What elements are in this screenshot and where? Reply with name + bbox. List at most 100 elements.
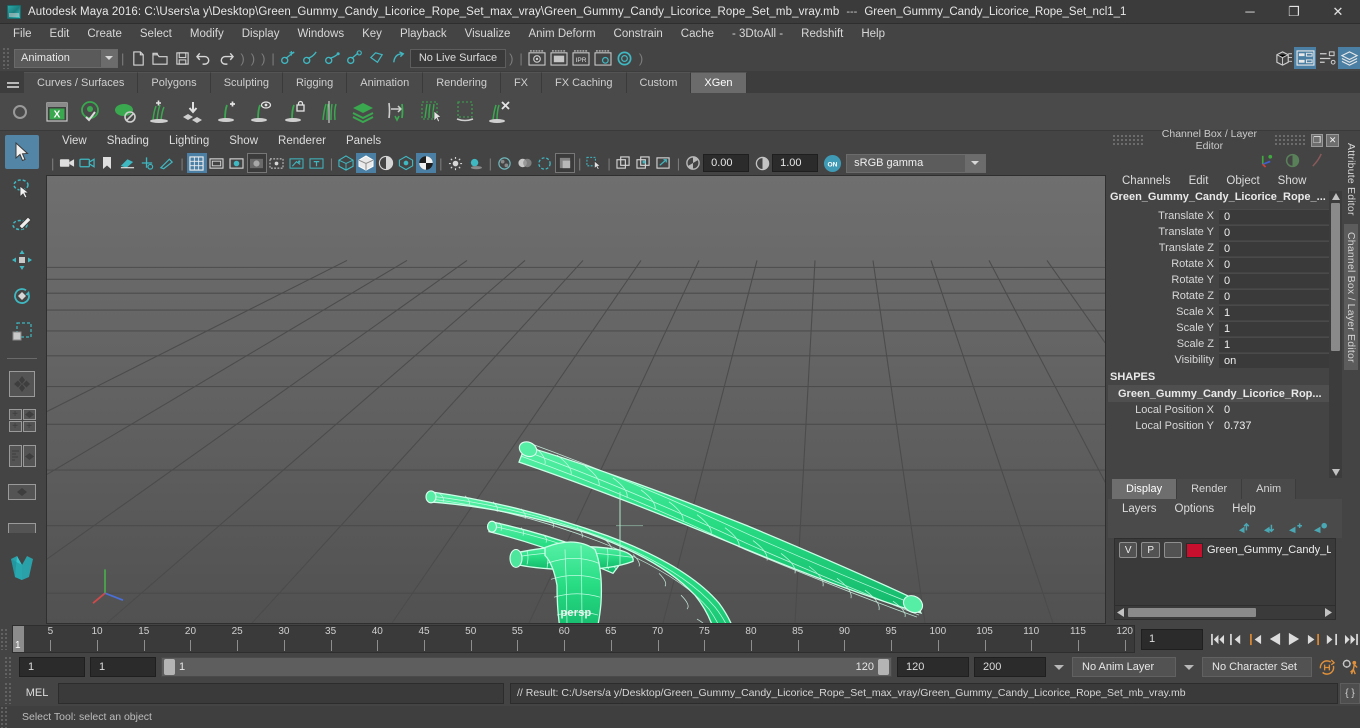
camera-attributes-icon[interactable] bbox=[77, 153, 97, 173]
shade-with-wireframe-icon[interactable] bbox=[376, 153, 396, 173]
channel-value[interactable]: 0 bbox=[1219, 208, 1329, 224]
use-default-material-icon[interactable] bbox=[396, 153, 416, 173]
viewport-menu-renderer[interactable]: Renderer bbox=[268, 135, 336, 147]
range-slider-grip[interactable] bbox=[4, 656, 13, 678]
script-editor-icon[interactable]: { } bbox=[1340, 682, 1360, 704]
step-back-frame-icon[interactable] bbox=[1246, 628, 1265, 650]
layer-color-swatch[interactable] bbox=[1186, 542, 1203, 558]
move-tool[interactable] bbox=[5, 243, 39, 277]
gate-mask-icon[interactable] bbox=[246, 153, 267, 173]
panel-drag-handle[interactable] bbox=[1112, 134, 1145, 146]
range-end-handle[interactable] bbox=[878, 659, 889, 675]
select-tool[interactable] bbox=[5, 135, 39, 169]
channel-row-local-position-y[interactable]: Local Position Y 0.737 bbox=[1108, 418, 1329, 434]
exposure-control-icon[interactable] bbox=[267, 153, 287, 173]
display-texture-border-icon[interactable] bbox=[614, 153, 634, 173]
shelf-menu-icon[interactable] bbox=[2, 73, 24, 93]
status-line-grip[interactable] bbox=[2, 47, 11, 69]
channel-row-scale-z[interactable]: Scale Z 1 bbox=[1108, 336, 1329, 352]
xgen-guide-visibility-icon[interactable] bbox=[244, 95, 278, 129]
command-line-grip[interactable] bbox=[4, 682, 13, 704]
isolate-select-icon[interactable] bbox=[584, 153, 604, 173]
color-profile-selector[interactable]: sRGB gamma bbox=[846, 153, 987, 173]
show-hide-tool-settings-icon[interactable] bbox=[1316, 47, 1338, 69]
layer-shading-toggle[interactable] bbox=[1163, 542, 1183, 558]
anim-layer-field[interactable]: No Anim Layer bbox=[1072, 657, 1176, 677]
scroll-down-icon[interactable] bbox=[1331, 467, 1340, 478]
shelf-tab-rendering[interactable]: Rendering bbox=[423, 72, 501, 93]
render-sequence-icon[interactable] bbox=[548, 47, 570, 69]
step-forward-keyframe-icon[interactable] bbox=[1322, 628, 1341, 650]
snap-to-projected-center-icon[interactable] bbox=[344, 47, 366, 69]
xgen-density-map-icon[interactable] bbox=[346, 95, 380, 129]
character-set-field[interactable]: No Character Set bbox=[1202, 657, 1312, 677]
layer-playback-toggle[interactable]: P bbox=[1141, 542, 1160, 558]
step-forward-frame-icon[interactable] bbox=[1303, 628, 1322, 650]
shelf-tab-polygons[interactable]: Polygons bbox=[138, 72, 211, 93]
exposure-icon[interactable] bbox=[683, 153, 703, 173]
duplicate-panel-icon[interactable] bbox=[634, 153, 654, 173]
gamma-icon[interactable] bbox=[752, 153, 772, 173]
channel-row-rotate-y[interactable]: Rotate Y 0 bbox=[1108, 272, 1329, 288]
new-scene-icon[interactable] bbox=[127, 47, 149, 69]
menu-windows[interactable]: Windows bbox=[288, 24, 353, 45]
color-management-toggle[interactable]: ON bbox=[822, 153, 842, 173]
multisample-aa-icon[interactable] bbox=[535, 153, 555, 173]
xgen-add-guide-icon[interactable] bbox=[210, 95, 244, 129]
xray-icon[interactable] bbox=[287, 153, 307, 173]
channel-box-scrollbar[interactable] bbox=[1329, 191, 1342, 478]
anim-layer-chevron-down-icon[interactable] bbox=[1054, 664, 1064, 670]
menu-modify[interactable]: Modify bbox=[181, 24, 233, 45]
rotate-tool[interactable] bbox=[5, 279, 39, 313]
menu-file[interactable]: File bbox=[4, 24, 41, 45]
show-hide-attribute-editor-icon[interactable] bbox=[1294, 47, 1316, 69]
channel-box-menu-show[interactable]: Show bbox=[1270, 175, 1315, 187]
snap-to-curve-icon[interactable] bbox=[300, 47, 322, 69]
single-persp-layout-icon[interactable] bbox=[5, 475, 39, 509]
channel-value[interactable]: 0 bbox=[1219, 403, 1329, 418]
snap-to-view-plane-icon[interactable] bbox=[366, 47, 388, 69]
motion-blur-icon[interactable] bbox=[515, 153, 535, 173]
toggle-grid-icon[interactable] bbox=[186, 153, 207, 173]
channel-row-translate-x[interactable]: Translate X 0 bbox=[1108, 208, 1329, 224]
xgen-editor-icon[interactable]: X bbox=[40, 95, 74, 129]
channel-box-menu-edit[interactable]: Edit bbox=[1181, 175, 1217, 187]
exposure-value-field[interactable]: 0.00 bbox=[703, 154, 750, 172]
command-language-label[interactable]: MEL bbox=[16, 687, 58, 699]
xgen-length-tool-icon[interactable] bbox=[380, 95, 414, 129]
show-hide-channel-box-icon[interactable] bbox=[1338, 47, 1360, 69]
persp-viewport[interactable]: persp bbox=[46, 175, 1106, 624]
range-slider[interactable]: 1 120 bbox=[161, 657, 892, 677]
live-surface-field[interactable]: No Live Surface bbox=[409, 48, 507, 68]
layer-row[interactable]: V P Green_Gummy_Candy_Li bbox=[1115, 539, 1335, 561]
layer-menu-layers[interactable]: Layers bbox=[1114, 503, 1165, 515]
gamma-value-field[interactable]: 1.00 bbox=[772, 154, 819, 172]
scroll-up-icon[interactable] bbox=[1331, 191, 1340, 202]
xgen-lock-guide-icon[interactable] bbox=[278, 95, 312, 129]
show-hide-modeling-toolkit-icon[interactable] bbox=[1272, 47, 1294, 69]
two-d-pan-zoom-icon[interactable] bbox=[137, 153, 157, 173]
menu-edit[interactable]: Edit bbox=[41, 24, 79, 45]
texture-display-icon[interactable] bbox=[416, 153, 437, 173]
wireframe-shading-icon[interactable] bbox=[336, 153, 356, 173]
xgen-preview-visibility-icon[interactable] bbox=[74, 95, 108, 129]
menu-display[interactable]: Display bbox=[233, 24, 289, 45]
render-settings-icon[interactable] bbox=[592, 47, 614, 69]
save-scene-icon[interactable] bbox=[171, 47, 193, 69]
maximize-button[interactable]: ❐ bbox=[1272, 0, 1316, 24]
panel-drag-handle-right[interactable] bbox=[1273, 134, 1307, 146]
command-input[interactable] bbox=[58, 682, 504, 704]
menu-constrain[interactable]: Constrain bbox=[605, 24, 672, 45]
xgen-preview-disable-icon[interactable] bbox=[108, 95, 142, 129]
close-button[interactable]: ✕ bbox=[1316, 0, 1360, 24]
time-slider[interactable]: 1 5 10 15 20 25 30 35 40 45 50 55 60 65 70 75 80 85 90 95 1… bbox=[12, 625, 1135, 653]
current-time-indicator[interactable]: 1 bbox=[13, 626, 24, 652]
channel-value[interactable]: 0 bbox=[1219, 224, 1329, 240]
go-to-end-icon[interactable] bbox=[1341, 628, 1360, 650]
menu-visualize[interactable]: Visualize bbox=[456, 24, 520, 45]
viewport-menu-show[interactable]: Show bbox=[219, 135, 268, 147]
select-camera-icon[interactable] bbox=[57, 153, 77, 173]
hypershade-layout-icon[interactable] bbox=[5, 511, 39, 545]
channel-row-scale-y[interactable]: Scale Y 1 bbox=[1108, 320, 1329, 336]
tab-anim-layers[interactable]: Anim bbox=[1242, 479, 1297, 499]
